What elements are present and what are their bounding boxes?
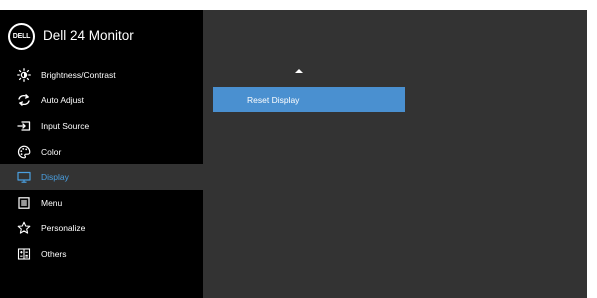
- scroll-up-icon[interactable]: [295, 69, 303, 73]
- menu-item-label: Color: [41, 146, 62, 157]
- menu-item-input-source[interactable]: Input Source: [0, 113, 203, 139]
- menu-item-brightness-contrast[interactable]: Brightness/Contrast: [0, 62, 203, 88]
- input-source-icon: [16, 118, 32, 134]
- menu-item-personalize[interactable]: Personalize: [0, 216, 203, 242]
- osd-main-menu: Brightness/Contrast Auto Adjust Input So…: [0, 62, 203, 267]
- display-icon: [16, 169, 32, 185]
- menu-item-menu[interactable]: Menu: [0, 190, 203, 216]
- auto-adjust-icon: [16, 92, 32, 108]
- menu-item-label: Menu: [41, 197, 63, 208]
- menu-item-color[interactable]: Color: [0, 139, 203, 165]
- others-icon: [16, 246, 32, 262]
- dell-logo-text: DELL: [12, 33, 31, 40]
- menu-item-label: Display: [41, 172, 69, 183]
- star-icon: [16, 220, 32, 236]
- menu-item-label: Brightness/Contrast: [41, 69, 116, 80]
- reset-display-option[interactable]: Reset Display: [213, 87, 405, 112]
- menu-item-label: Others: [41, 248, 67, 259]
- menu-item-label: Auto Adjust: [41, 95, 85, 106]
- menu-item-label: Input Source: [41, 120, 90, 131]
- osd-sidebar: DELL Dell 24 Monitor Brightness/Contrast…: [0, 10, 203, 298]
- osd-header: DELL Dell 24 Monitor: [0, 10, 203, 62]
- menu-item-display[interactable]: Display: [0, 164, 203, 190]
- option-label: Reset Display: [247, 94, 300, 105]
- brightness-icon: [16, 67, 32, 83]
- monitor-title: Dell 24 Monitor: [43, 28, 134, 43]
- osd-submenu-panel: Reset Display: [203, 10, 587, 298]
- monitor-osd: DELL Dell 24 Monitor Brightness/Contrast…: [0, 10, 587, 298]
- menu-item-auto-adjust[interactable]: Auto Adjust: [0, 88, 203, 114]
- menu-item-others[interactable]: Others: [0, 241, 203, 267]
- dell-logo: DELL: [8, 23, 35, 50]
- menu-item-label: Personalize: [41, 223, 86, 234]
- color-icon: [16, 144, 32, 160]
- menu-icon: [16, 195, 32, 211]
